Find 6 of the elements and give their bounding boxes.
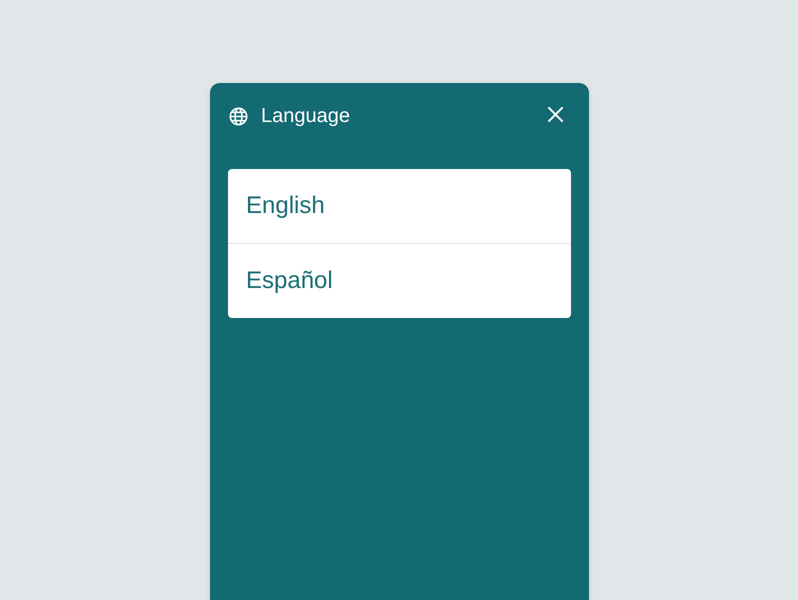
panel-title: Language <box>261 104 351 128</box>
close-icon <box>548 106 563 122</box>
language-option[interactable]: Español <box>228 243 571 318</box>
close-button[interactable] <box>548 106 563 122</box>
language-option[interactable]: English <box>228 169 571 243</box>
globe-icon <box>229 106 248 126</box>
